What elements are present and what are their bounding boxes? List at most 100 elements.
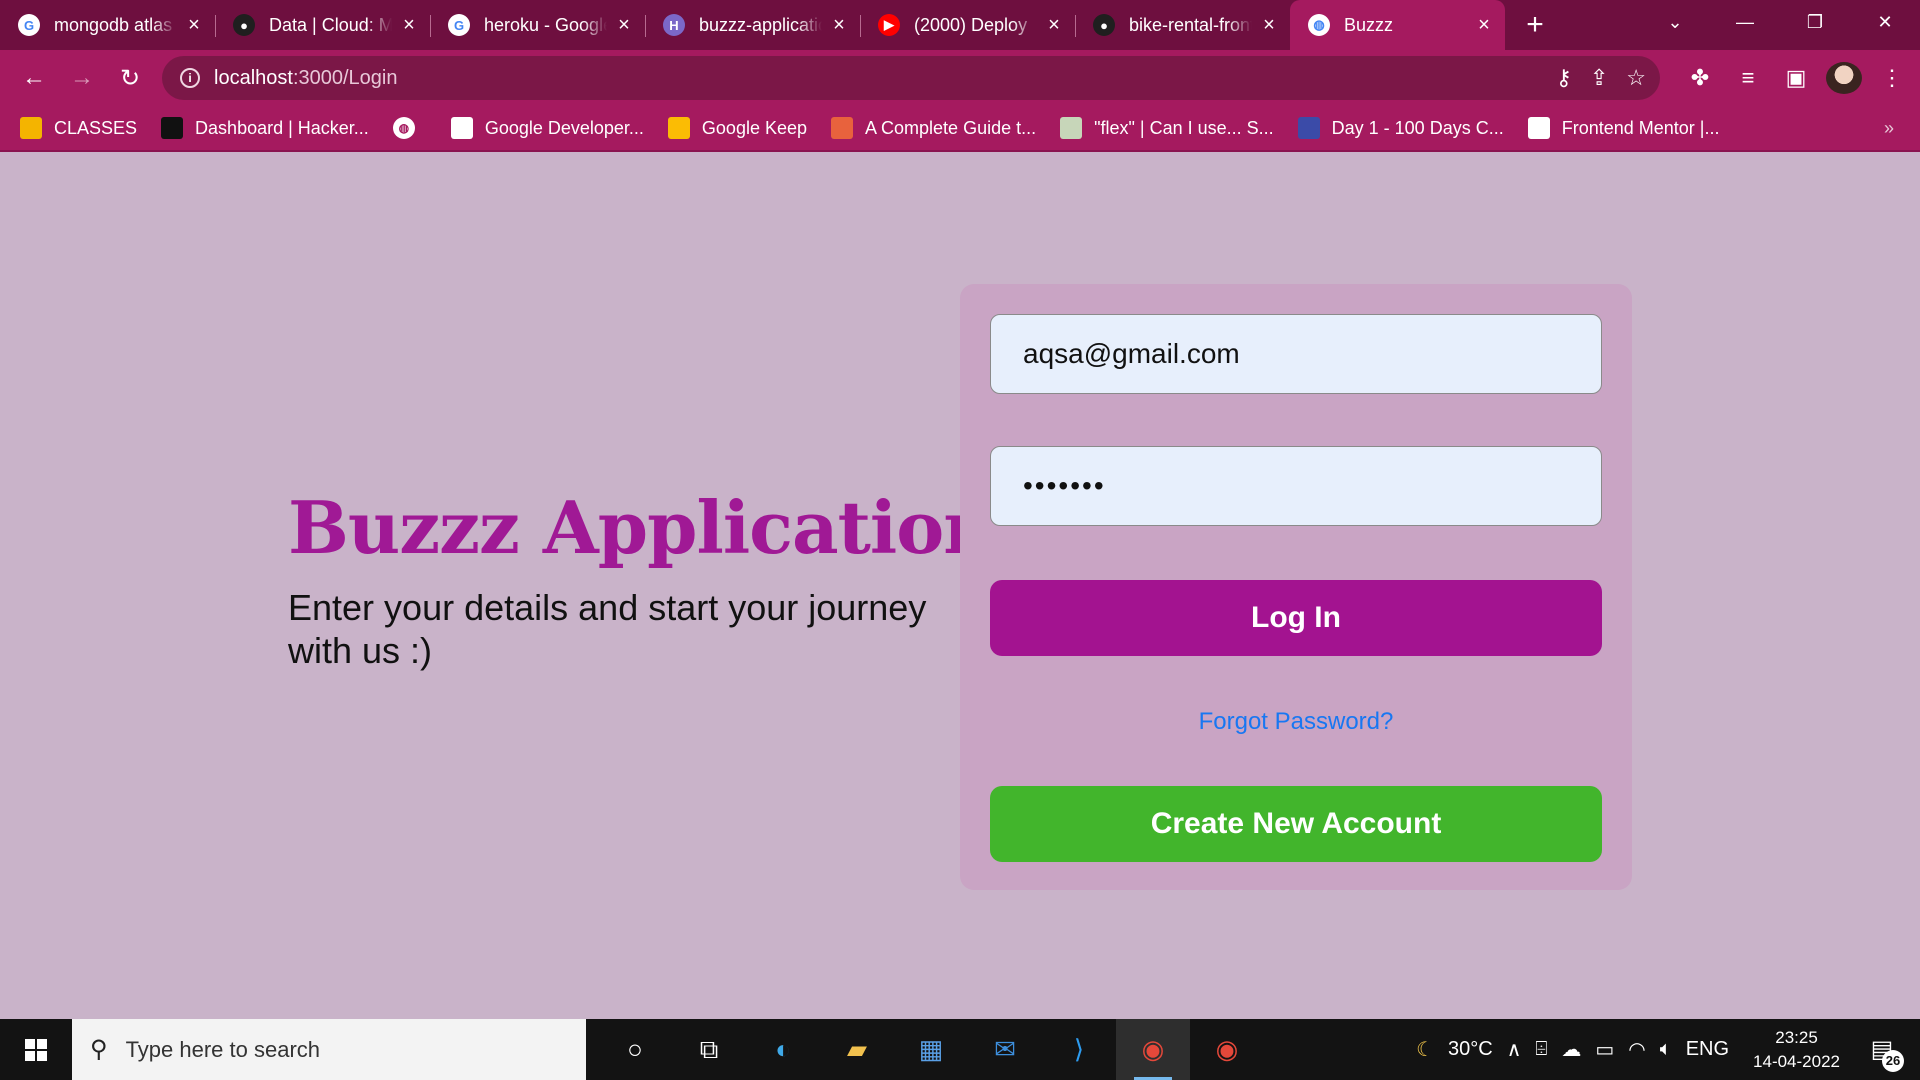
bookmark-label: CLASSES [54, 117, 138, 138]
login-card: aqsa@gmail.com ••••••• Log In Forgot Pas… [960, 284, 1632, 890]
forgot-password-link[interactable]: Forgot Password? [960, 708, 1632, 736]
hero-section: Buzzz Application Enter your details and… [288, 492, 996, 672]
bookmarks-bar: CLASSES Dashboard | Hacker... ◍ Google Deve… [0, 106, 1920, 152]
restore-button[interactable]: ❐ [1780, 0, 1850, 44]
minimize-button[interactable]: — [1710, 0, 1780, 44]
login-button[interactable]: Log In [990, 580, 1602, 656]
bookmark-item[interactable]: Frontend Mentor |... [1527, 117, 1719, 139]
extensions-puzzle-icon[interactable]: ✤ [1682, 65, 1718, 91]
vscode-icon[interactable]: ⟩ [1042, 1019, 1116, 1080]
bookmark-item[interactable]: ◍ [392, 117, 427, 139]
tab-search-icon[interactable]: ⌄ [1640, 0, 1710, 44]
close-window-button[interactable]: ✕ [1850, 0, 1920, 44]
close-tab-icon[interactable]: × [183, 14, 205, 37]
create-account-button[interactable]: Create New Account [990, 786, 1602, 862]
menu-kebab-icon[interactable]: ⋮ [1874, 65, 1910, 91]
tray-expand-icon[interactable]: ∧ [1507, 1037, 1522, 1062]
search-icon: ⚲ [90, 1036, 108, 1063]
password-key-icon[interactable]: ⚷ [1556, 65, 1572, 91]
wifi-icon[interactable]: ◠ [1628, 1037, 1645, 1062]
battery-icon[interactable]: ▭ [1595, 1037, 1614, 1062]
browser-tab[interactable]: ▶ (2000) Deploy × [860, 3, 1075, 47]
clock[interactable]: 23:25 14-04-2022 [1753, 1026, 1840, 1074]
meet-now-icon[interactable]: ⌹ [1535, 1038, 1547, 1061]
tab-title: (2000) Deploy [914, 14, 1028, 35]
hackerrank-icon [161, 117, 184, 139]
close-tab-icon[interactable]: × [398, 14, 420, 37]
profile-avatar[interactable] [1826, 62, 1862, 94]
bookmark-item[interactable]: Dashboard | Hacker... [161, 117, 369, 139]
bookmark-item[interactable]: CLASSES [20, 117, 137, 139]
close-tab-icon[interactable]: × [1043, 14, 1065, 37]
share-icon[interactable]: ⇪ [1590, 65, 1608, 91]
cortana-icon[interactable]: ○ [598, 1019, 672, 1080]
tab-title: bike-rental-frontend [1129, 14, 1252, 35]
clock-date: 14-04-2022 [1753, 1051, 1840, 1071]
password-field[interactable]: ••••••• [990, 446, 1602, 526]
file-explorer-icon[interactable]: ▰ [820, 1019, 894, 1080]
address-bar[interactable]: i localhost:3000/Login ⚷ ⇪ ☆ [162, 56, 1660, 100]
new-tab-button[interactable]: + [1505, 3, 1565, 47]
frontend-mentor-icon [1527, 117, 1550, 139]
forward-button[interactable]: → [58, 58, 106, 98]
close-tab-icon[interactable]: × [1473, 14, 1495, 37]
browser-toolbar: ← → ↻ i localhost:3000/Login ⚷ ⇪ ☆ ✤ ≡ ▣… [0, 50, 1920, 106]
globe-icon: ◍ [392, 117, 415, 139]
heroku-icon: H [663, 14, 685, 36]
browser-tab[interactable]: Gheroku - Google Search × [430, 3, 645, 47]
notification-center-icon[interactable]: ▤ 26 [1862, 1030, 1904, 1072]
back-button[interactable]: ← [10, 58, 58, 98]
microsoft-store-icon[interactable]: ▦ [894, 1019, 968, 1080]
address-url[interactable]: localhost:3000/Login [214, 67, 397, 90]
window-controls: ⌄ — ❐ ✕ [1640, 0, 1920, 44]
browser-tab-strip: Gmongodb atlas × ● Data | Cloud: MongoDB × Gh… [0, 0, 1920, 50]
bookmark-item[interactable]: Google Developer... [450, 117, 644, 139]
reading-list-icon[interactable]: ≡ [1730, 65, 1766, 91]
bookmark-item[interactable]: Google Keep [667, 117, 807, 139]
weather-temp[interactable]: 30°C [1448, 1038, 1493, 1061]
browser-tab[interactable]: Gmongodb atlas × [0, 3, 215, 47]
taskbar-search[interactable]: ⚲ Type here to search [72, 1019, 586, 1080]
google-developers-icon [450, 117, 473, 139]
tab-title: Data | Cloud: MongoDB [269, 14, 392, 35]
windows-taskbar: ⚲ Type here to search ○ ⧉ ◐ ▰ ▦ ✉ ⟩ ◉ ◉ … [0, 1019, 1920, 1080]
weather-moon-icon[interactable]: ☾ [1416, 1037, 1434, 1062]
task-view-icon[interactable]: ⧉ [672, 1019, 746, 1080]
bookmark-star-icon[interactable]: ☆ [1626, 65, 1646, 91]
volume-icon[interactable]: 🔈︎ [1660, 1038, 1672, 1061]
close-tab-icon[interactable]: × [613, 14, 635, 37]
caniuse-icon [1060, 117, 1083, 139]
more-bookmarks-icon[interactable]: » [1884, 118, 1894, 139]
side-panel-icon[interactable]: ▣ [1778, 65, 1814, 91]
bookmark-item[interactable]: Day 1 - 100 Days C... [1297, 117, 1504, 139]
browser-tab[interactable]: ● bike-rental-frontend × [1075, 3, 1290, 47]
url-host: localhost [214, 66, 293, 89]
bookmark-label: A Complete Guide t... [865, 117, 1037, 138]
mail-icon[interactable]: ✉ [968, 1019, 1042, 1080]
globe-icon: ◍ [1308, 14, 1330, 36]
browser-tab[interactable]: ● Data | Cloud: MongoDB × [215, 3, 430, 47]
edge-icon[interactable]: ◐ [746, 1019, 820, 1080]
tab-title: buzzz-application [699, 14, 822, 35]
reload-button[interactable]: ↻ [106, 58, 154, 98]
bookmark-item[interactable]: A Complete Guide t... [831, 117, 1036, 139]
browser-tab[interactable]: ◍ Buzzz × [1290, 0, 1505, 50]
site-info-icon[interactable]: i [180, 68, 200, 88]
close-tab-icon[interactable]: × [1258, 14, 1280, 37]
chrome-icon[interactable]: ◉ [1116, 1019, 1190, 1080]
bookmark-item[interactable]: "flex" | Can I use... S... [1060, 117, 1274, 139]
chrome-profile-icon[interactable]: ◉ [1190, 1019, 1264, 1080]
css-tricks-icon [831, 117, 854, 139]
google-icon: G [18, 14, 40, 36]
tab-title: mongodb atlas [54, 14, 173, 35]
browser-tab[interactable]: Hbuzzz-application × [645, 3, 860, 47]
bookmark-label: Day 1 - 100 Days C... [1331, 117, 1504, 138]
search-placeholder: Type here to search [125, 1036, 321, 1062]
start-button[interactable] [0, 1019, 72, 1080]
onedrive-cloud-icon[interactable]: ☁ [1561, 1037, 1581, 1062]
email-field[interactable]: aqsa@gmail.com [990, 314, 1602, 394]
language-indicator[interactable]: ENG [1686, 1038, 1729, 1061]
github-icon: ● [1093, 14, 1115, 36]
tab-title: heroku - Google Search [484, 14, 607, 35]
close-tab-icon[interactable]: × [828, 14, 850, 37]
